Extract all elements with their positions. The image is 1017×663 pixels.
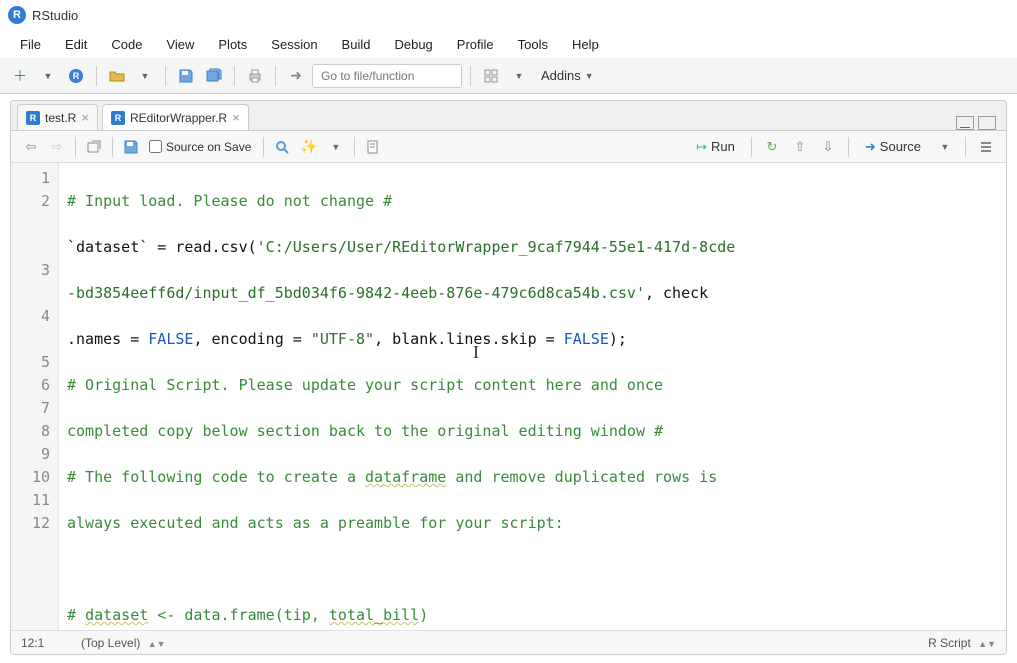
r-file-icon: R xyxy=(26,111,40,125)
project-button[interactable]: R xyxy=(64,64,88,88)
code-editor[interactable]: 1 2 3 4 5 6 7 8 9 10 11 12 # Input load.… xyxy=(11,163,1006,630)
menu-session[interactable]: Session xyxy=(261,33,327,56)
toolbar-separator xyxy=(263,137,264,157)
scope-label[interactable]: (Top Level) xyxy=(81,636,140,650)
menu-edit[interactable]: Edit xyxy=(55,33,97,56)
save-all-button[interactable] xyxy=(202,64,226,88)
menu-plots[interactable]: Plots xyxy=(208,33,257,56)
toolbar-separator xyxy=(275,66,276,86)
code-body[interactable]: # Input load. Please do not change # `da… xyxy=(59,163,1006,630)
app-icon: R xyxy=(8,6,26,24)
up-button[interactable]: ⇧ xyxy=(788,135,812,159)
back-button[interactable]: ⇦ xyxy=(19,135,43,159)
main-toolbar: ＋ ▼ R ▼ ➜ ▼ Addins ▼ xyxy=(0,58,1017,94)
editor-panel: R test.R × R REditorWrapper.R × ⇦ ⇨ xyxy=(10,100,1007,655)
run-label: Run xyxy=(711,139,735,154)
menu-file[interactable]: File xyxy=(10,33,51,56)
statusbar: 12:1 (Top Level) ▲▼ R Script ▲▼ xyxy=(11,630,1006,654)
source-button[interactable]: ➜ Source xyxy=(857,137,929,157)
rerun-button[interactable]: ↻ xyxy=(760,135,784,159)
down-button[interactable]: ⇩ xyxy=(816,135,840,159)
file-type-label[interactable]: R Script xyxy=(928,636,971,650)
save-button[interactable] xyxy=(174,64,198,88)
tab-label: test.R xyxy=(45,111,76,125)
toolbar-separator xyxy=(848,137,849,157)
menu-tools[interactable]: Tools xyxy=(508,33,558,56)
outline-button[interactable] xyxy=(974,135,998,159)
toolbar-separator xyxy=(96,66,97,86)
menu-view[interactable]: View xyxy=(156,33,204,56)
titlebar: R RStudio xyxy=(0,0,1017,30)
tab-test-r[interactable]: R test.R × xyxy=(17,104,98,130)
cursor-position: 12:1 xyxy=(21,636,81,650)
toolbar-separator xyxy=(751,137,752,157)
menu-build[interactable]: Build xyxy=(332,33,381,56)
find-button[interactable] xyxy=(270,135,294,159)
toolbar-separator xyxy=(165,66,166,86)
menu-profile[interactable]: Profile xyxy=(447,33,504,56)
menu-code[interactable]: Code xyxy=(101,33,152,56)
svg-text:R: R xyxy=(73,71,80,81)
show-in-new-window-button[interactable] xyxy=(82,135,106,159)
editor-toolbar: ⇦ ⇨ Source on Save ✨ ▼ xyxy=(11,131,1006,163)
addins-dropdown[interactable]: Addins ▼ xyxy=(535,68,600,83)
addins-label: Addins xyxy=(541,68,581,83)
source-label: Source xyxy=(880,139,921,154)
toolbar-separator xyxy=(234,66,235,86)
print-button[interactable] xyxy=(243,64,267,88)
source-arrow-icon: ➜ xyxy=(865,139,876,155)
menu-help[interactable]: Help xyxy=(562,33,609,56)
maximize-panel-icon[interactable] xyxy=(978,116,996,130)
open-file-button[interactable] xyxy=(105,64,129,88)
source-on-save-checkbox[interactable] xyxy=(149,140,162,153)
toolbar-separator xyxy=(965,137,966,157)
new-file-dropdown[interactable]: ▼ xyxy=(36,64,60,88)
minimize-panel-icon[interactable] xyxy=(956,116,974,130)
goto-arrow-icon: ➜ xyxy=(284,64,308,88)
wand-button[interactable]: ✨ xyxy=(296,135,321,159)
new-file-button[interactable]: ＋ xyxy=(8,64,32,88)
app-name: RStudio xyxy=(32,8,78,23)
r-file-icon: R xyxy=(111,111,125,125)
goto-file-input[interactable] xyxy=(312,64,462,88)
toolbar-separator xyxy=(470,66,471,86)
open-dropdown[interactable]: ▼ xyxy=(133,64,157,88)
source-dropdown[interactable]: ▼ xyxy=(933,135,957,159)
run-button[interactable]: ↦ Run xyxy=(688,137,743,157)
updown-icon[interactable]: ▲▼ xyxy=(148,639,166,649)
run-arrow-icon: ↦ xyxy=(696,139,707,155)
tab-label: REditorWrapper.R xyxy=(130,111,227,125)
save-button[interactable] xyxy=(119,135,143,159)
grid-dropdown[interactable]: ▼ xyxy=(507,64,531,88)
toolbar-separator xyxy=(354,137,355,157)
source-on-save-label: Source on Save xyxy=(166,140,251,154)
menu-debug[interactable]: Debug xyxy=(384,33,442,56)
toolbar-separator xyxy=(75,137,76,157)
forward-button[interactable]: ⇨ xyxy=(45,135,69,159)
close-icon[interactable]: × xyxy=(232,110,240,125)
grid-button[interactable] xyxy=(479,64,503,88)
close-icon[interactable]: × xyxy=(81,110,89,125)
wand-dropdown[interactable]: ▼ xyxy=(324,135,348,159)
tab-bar: R test.R × R REditorWrapper.R × xyxy=(11,101,1006,131)
chevron-down-icon: ▼ xyxy=(585,71,594,81)
toolbar-separator xyxy=(112,137,113,157)
line-gutter: 1 2 3 4 5 6 7 8 9 10 11 12 xyxy=(11,163,59,630)
tab-reditorwrapper-r[interactable]: R REditorWrapper.R × xyxy=(102,104,249,130)
compile-report-button[interactable] xyxy=(361,135,385,159)
menubar: File Edit Code View Plots Session Build … xyxy=(0,30,1017,58)
updown-icon[interactable]: ▲▼ xyxy=(978,639,996,649)
